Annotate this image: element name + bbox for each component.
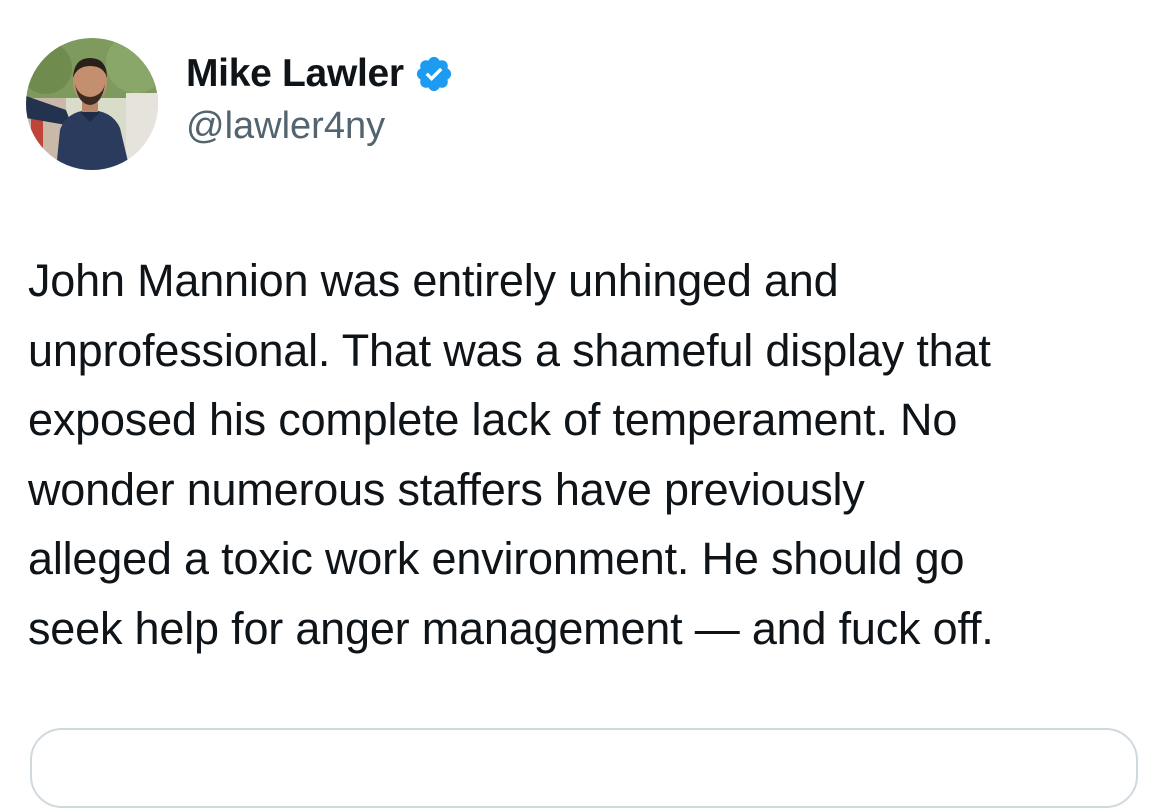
tweet-text-line: unprofessional. That was a shameful disp…	[28, 324, 991, 376]
display-name-row: Mike Lawler	[186, 49, 454, 99]
tweet-header: Mike Lawler @lawler4ny	[26, 38, 454, 170]
tweet: Mike Lawler @lawler4ny John Mannion was …	[0, 0, 1170, 808]
avatar-photo	[26, 38, 158, 170]
tweet-text-line: exposed his complete lack of temperament…	[28, 394, 958, 445]
tweet-text-line: wonder numerous staffers have previously	[28, 463, 865, 515]
display-name[interactable]: Mike Lawler	[186, 52, 404, 96]
author-handle[interactable]: @lawler4ny	[186, 105, 454, 148]
tweet-text-line: John Mannion was entirely unhinged and	[28, 255, 839, 306]
verified-badge-icon	[414, 54, 454, 94]
tweet-text: John Mannion was entirely unhinged and u…	[28, 246, 1163, 663]
tweet-text-line: seek help for anger management — and fuc…	[28, 602, 994, 654]
embedded-card[interactable]	[30, 728, 1138, 808]
tweet-text-line: alleged a toxic work environment. He sho…	[28, 533, 965, 584]
avatar[interactable]	[26, 38, 158, 170]
author-names: Mike Lawler @lawler4ny	[186, 49, 454, 148]
